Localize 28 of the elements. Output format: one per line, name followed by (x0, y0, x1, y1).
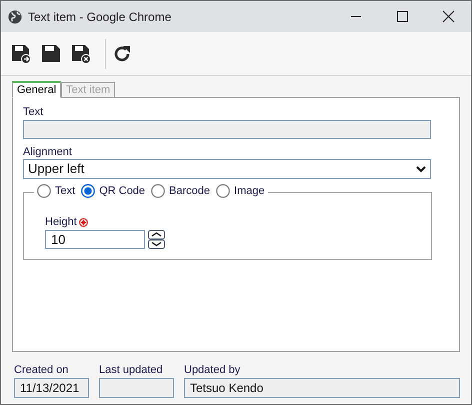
window-title: Text item - Google Chrome (28, 8, 172, 26)
read-only-field: 11/13/2021 (14, 378, 89, 398)
radio-label: Barcode (169, 184, 210, 199)
field-label: Alignment (23, 146, 73, 159)
save-icon[interactable] (41, 44, 61, 63)
tab[interactable]: General (12, 81, 62, 98)
radio-label: Text (55, 184, 76, 199)
save-close-icon[interactable] (71, 43, 92, 64)
save-new-icon[interactable] (11, 43, 32, 64)
field-label: Updated by (184, 364, 242, 377)
spinner-buttons[interactable] (148, 230, 165, 249)
alignment-dropdown[interactable]: Upper left (23, 159, 431, 179)
radio-button[interactable] (37, 184, 51, 198)
field-label: Last updated (99, 364, 164, 377)
radio-label: Image (234, 184, 265, 199)
radio-button[interactable] (81, 184, 96, 198)
field-label: Created on (14, 364, 70, 377)
field-label: Text (23, 106, 44, 119)
height-input[interactable]: 10 (45, 230, 145, 249)
read-only-field: Tetsuo Kendo (184, 378, 460, 398)
refresh-icon[interactable] (112, 44, 132, 64)
radio-label: QR Code (99, 184, 146, 199)
text-field[interactable] (23, 120, 431, 139)
globe-icon (8, 10, 22, 24)
radio-button[interactable] (151, 184, 166, 198)
radio-button[interactable] (216, 184, 230, 198)
field-label: Height (45, 216, 77, 229)
chevron-down-icon (416, 166, 426, 172)
